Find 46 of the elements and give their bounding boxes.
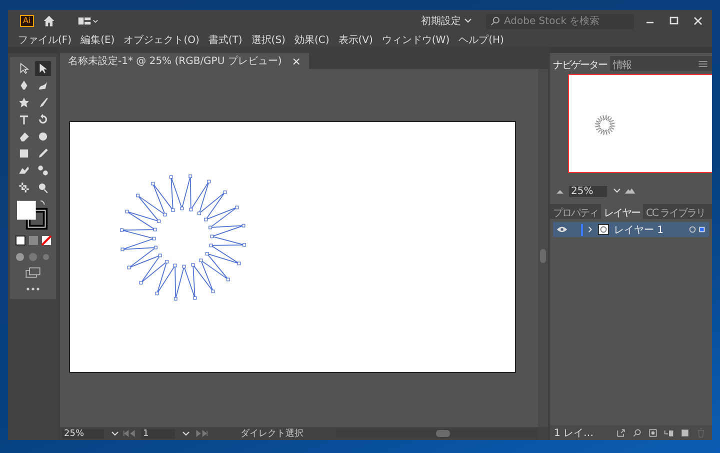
eye-icon[interactable] (556, 225, 568, 234)
menu-item[interactable]: ウィンドウ(W) (382, 32, 450, 46)
caret-icon[interactable] (182, 430, 190, 436)
menu-item[interactable]: 効果(C) (294, 32, 330, 46)
panel-tab[interactable]: CC ライブラリ (643, 204, 708, 219)
export-icon[interactable] (616, 428, 626, 438)
layer-count-label: 1 レイ… (554, 426, 594, 440)
search-icon[interactable] (632, 428, 642, 438)
menu-icon[interactable] (698, 58, 708, 68)
zoom-field[interactable]: 25% (62, 428, 104, 438)
app-logo: Ai (20, 15, 34, 27)
color-mode-icon[interactable] (13, 235, 53, 247)
panel-tab[interactable]: プロパティ (550, 204, 601, 219)
panel-tab[interactable]: レイヤー (601, 204, 643, 219)
search-field[interactable]: Adobe Stock を検索 (486, 14, 634, 28)
caret-icon[interactable] (613, 188, 621, 194)
chevron-icon[interactable] (588, 226, 593, 233)
document-tab[interactable]: 名称未設定-1* @ 25% (RGB/GPU プレビュー) × (60, 53, 309, 69)
zoom-in-icon[interactable] (624, 187, 636, 195)
clipping-mask-icon[interactable] (648, 428, 658, 438)
vertical-scrollbar[interactable] (538, 69, 548, 427)
search-icon (490, 16, 501, 26)
panel-tab[interactable]: ナビゲーター (550, 56, 610, 71)
menu-item[interactable]: 選択(S) (251, 32, 286, 46)
navigator-zoom-field[interactable]: 25% (569, 186, 607, 196)
caret-icon[interactable] (111, 430, 119, 436)
menu-item[interactable]: 編集(E) (80, 32, 115, 46)
menu-item[interactable]: オブジェクト(O) (124, 32, 200, 46)
new-sublayer-icon[interactable] (664, 428, 674, 438)
menu-item[interactable]: 表示(V) (338, 32, 373, 46)
panel-tab[interactable]: 情報 (610, 56, 634, 71)
target-icon[interactable] (688, 225, 706, 234)
artboard-field[interactable]: 1 (141, 428, 175, 438)
menu-item[interactable]: ヘルプ(H) (458, 32, 504, 46)
horizontal-scrollbar[interactable] (336, 429, 538, 438)
new-layer-icon[interactable] (680, 428, 690, 438)
direct-tool-icon[interactable] (34, 61, 50, 76)
menu-item[interactable]: 書式(T) (208, 32, 242, 46)
layer-row[interactable]: レイヤー 1 (553, 222, 709, 237)
home-icon[interactable] (42, 14, 56, 28)
current-tool-label: ダイレクト選択 (240, 428, 304, 440)
close-tab-button[interactable]: × (292, 54, 301, 68)
caret-icon (464, 18, 472, 24)
workspace-dropdown[interactable]: 初期設定 (415, 14, 478, 28)
layer-thumbnail (598, 224, 609, 235)
menu-item[interactable]: ファイル(F) (18, 32, 72, 46)
